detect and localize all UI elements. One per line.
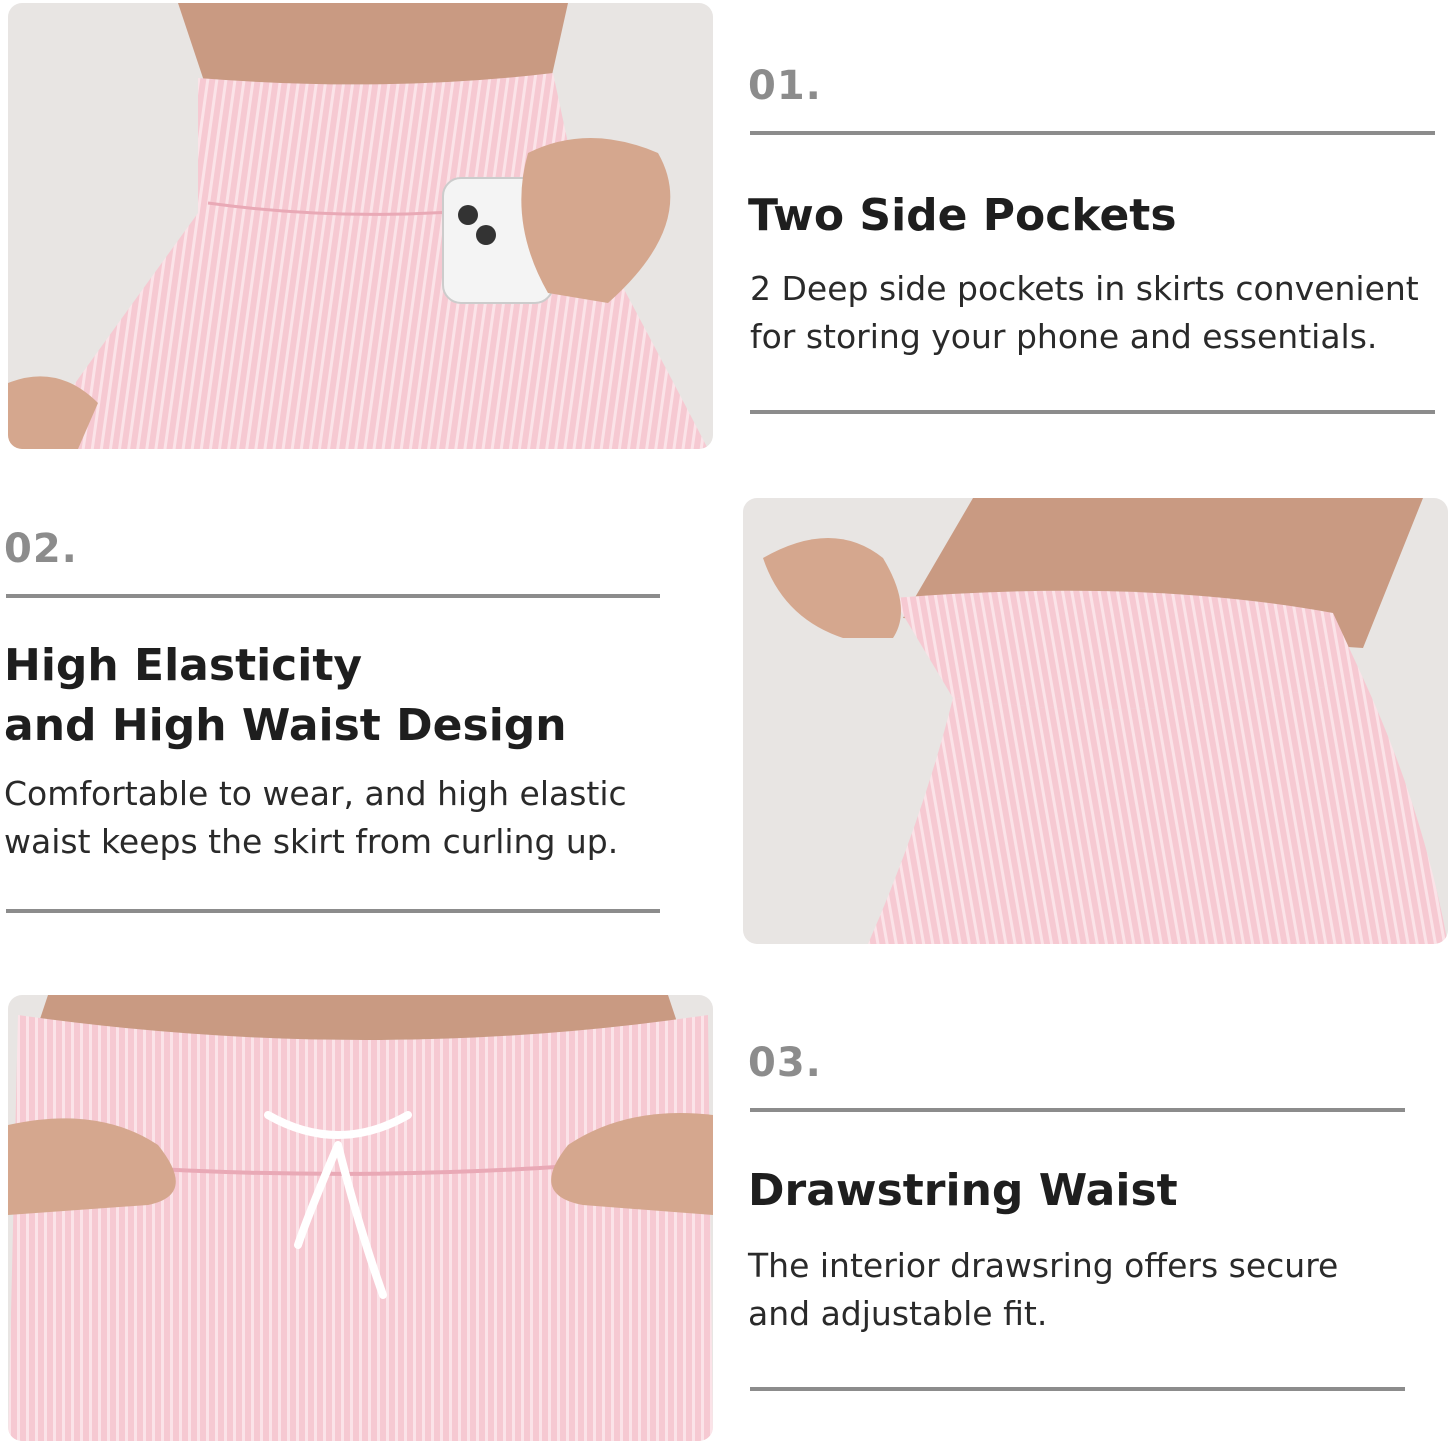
pocket-photo <box>8 3 713 449</box>
section-2-title-line: High Elasticity <box>4 640 363 691</box>
section-1-number: 01. <box>748 63 822 109</box>
section-1-description-line: for storing your phone and essentials. <box>750 317 1378 356</box>
drawstring-photo <box>8 995 713 1441</box>
section-1-top-divider <box>750 131 1435 135</box>
section-3-number: 03. <box>748 1040 822 1086</box>
section-1-title-line: Two Side Pockets <box>748 190 1177 241</box>
section-1-description: 2 Deep side pockets in skirts convenient… <box>750 265 1419 361</box>
waistband-photo <box>743 498 1448 944</box>
section-3-top-divider <box>750 1108 1405 1112</box>
section-3-title: Drawstring Waist <box>748 1161 1178 1221</box>
section-1-title: Two Side Pockets <box>748 186 1177 246</box>
section-3-description-line: The interior drawsring offers secure <box>748 1246 1339 1285</box>
section-2-title: High Elasticity and High Waist Design <box>4 636 567 756</box>
section-2-bottom-divider <box>6 909 660 913</box>
section-2-title-line: and High Waist Design <box>4 700 567 751</box>
section-3-title-line: Drawstring Waist <box>748 1165 1178 1216</box>
section-2-description-line: Comfortable to wear, and high elastic <box>4 774 627 813</box>
section-2-description-line: waist keeps the skirt from curling up. <box>4 822 619 861</box>
section-3-description: The interior drawsring offers secure and… <box>748 1242 1338 1338</box>
section-1-bottom-divider <box>750 410 1435 414</box>
section-1-description-line: 2 Deep side pockets in skirts convenient <box>750 269 1419 308</box>
section-3-bottom-divider <box>750 1387 1405 1391</box>
section-2-number: 02. <box>4 526 78 572</box>
section-3-description-line: and adjustable fit. <box>748 1294 1048 1333</box>
section-2-top-divider <box>6 594 660 598</box>
section-2-description: Comfortable to wear, and high elastic wa… <box>4 770 627 866</box>
